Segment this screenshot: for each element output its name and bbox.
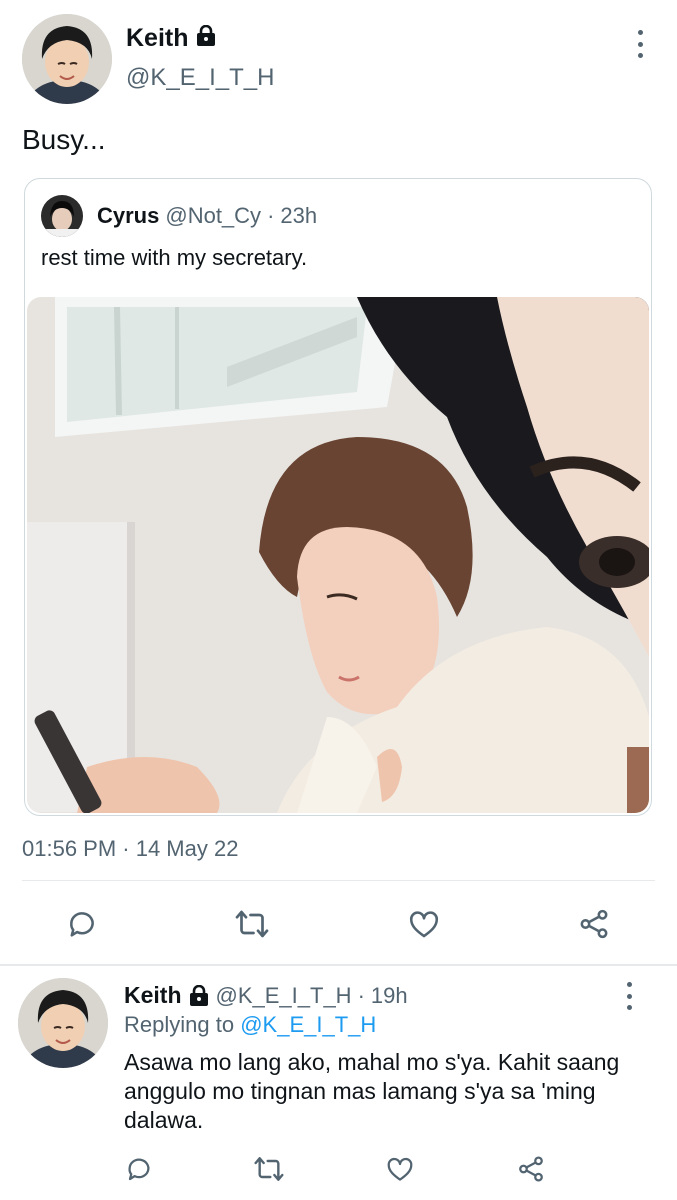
- quoted-author-avatar[interactable]: [41, 195, 83, 237]
- quoted-tweet-card[interactable]: Cyrus @Not_Cy · 23h rest time with my se…: [24, 178, 652, 816]
- author-handle[interactable]: @K_E_I_T_H: [126, 64, 274, 92]
- quoted-tweet-time[interactable]: 23h: [280, 203, 317, 229]
- reply-retweet-button[interactable]: [252, 1152, 286, 1186]
- quoted-tweet-photo[interactable]: [27, 297, 649, 813]
- reply-more-options-icon[interactable]: [619, 982, 639, 1010]
- separator-dot: ·: [357, 982, 365, 1008]
- reply-text: Asawa mo lang ako, mahal mo s'ya. Kahit …: [124, 1049, 620, 1133]
- reply-author-handle[interactable]: @K_E_I_T_H: [216, 983, 352, 1009]
- like-icon: [409, 911, 439, 938]
- replying-to-handle[interactable]: @K_E_I_T_H: [240, 1012, 376, 1037]
- share-button[interactable]: [574, 904, 614, 944]
- reply-share-button[interactable]: [514, 1152, 548, 1186]
- reply-reply-button[interactable]: [122, 1152, 156, 1186]
- reply-time[interactable]: 19h: [371, 983, 408, 1009]
- retweet-icon: [235, 910, 269, 938]
- lock-icon: [188, 984, 210, 1007]
- author-name[interactable]: Keith: [126, 24, 189, 53]
- lock-icon: [195, 24, 217, 52]
- quoted-author-name[interactable]: Cyrus: [97, 203, 159, 229]
- replying-to-label: Replying to: [124, 1012, 235, 1037]
- reply-button[interactable]: [62, 904, 102, 944]
- reply-author-name[interactable]: Keith: [124, 982, 182, 1009]
- share-icon: [519, 1156, 543, 1182]
- more-options-icon[interactable]: [630, 30, 650, 58]
- section-divider: [0, 964, 677, 966]
- reply-icon: [128, 1158, 150, 1181]
- quoted-author-handle[interactable]: @Not_Cy: [165, 203, 261, 229]
- like-icon: [387, 1157, 413, 1181]
- retweet-icon: [254, 1157, 284, 1181]
- reply-author-avatar[interactable]: [18, 978, 108, 1068]
- share-icon: [580, 909, 608, 939]
- author-avatar[interactable]: [22, 14, 112, 104]
- tweet-text: Busy...: [22, 124, 106, 155]
- tweet-timestamp[interactable]: 01:56 PM · 14 May 22: [22, 836, 238, 862]
- reply-like-button[interactable]: [383, 1152, 417, 1186]
- divider: [22, 880, 655, 881]
- reply-icon: [70, 912, 94, 937]
- retweet-button[interactable]: [232, 904, 272, 944]
- quoted-tweet-text: rest time with my secretary.: [41, 245, 308, 270]
- like-button[interactable]: [404, 904, 444, 944]
- separator-dot: ·: [267, 203, 275, 228]
